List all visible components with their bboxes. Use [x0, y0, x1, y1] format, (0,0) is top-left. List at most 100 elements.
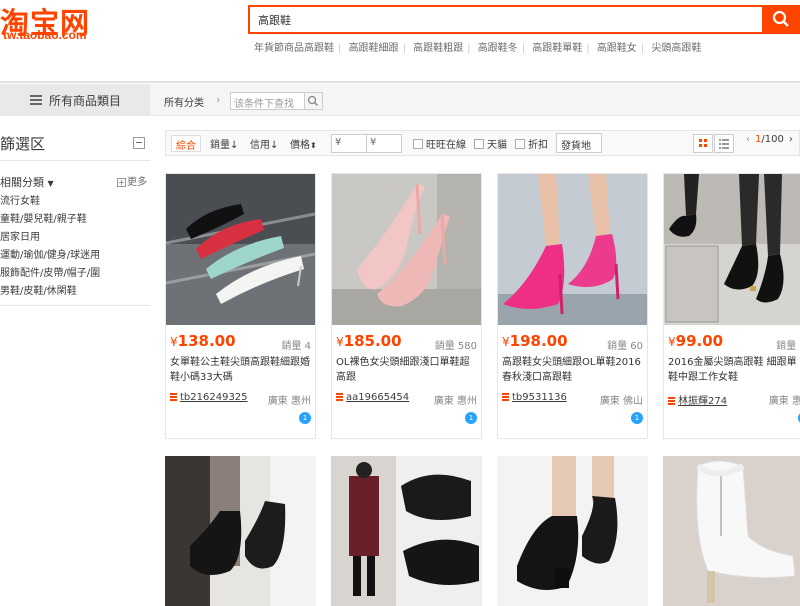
sort-credit-tab[interactable]: 信用↓ [246, 135, 282, 152]
all-categories-button[interactable]: 所有商品類目 [0, 84, 150, 116]
header-divider [0, 81, 800, 83]
product-sales: 銷量 580 [434, 341, 477, 352]
checkbox-icon [413, 139, 423, 149]
breadcrumb-search-input[interactable]: 该条件下查找 [230, 92, 323, 110]
product-price: ¥99.00 [668, 332, 724, 350]
logo-url: tw.taobao.com [3, 28, 87, 42]
sort-credit-label: 信用 [250, 140, 270, 151]
shop-icon [502, 393, 509, 401]
search-icon [772, 10, 789, 27]
breadcrumb[interactable]: 所有分类 [164, 94, 204, 109]
hot-word[interactable]: 高跟鞋單鞋 [532, 43, 582, 54]
checkbox-icon [474, 139, 484, 149]
product-image[interactable] [497, 456, 648, 606]
search-input[interactable]: 高跟鞋 [248, 5, 768, 34]
product-card[interactable]: ¥138.00 銷量 4 女單鞋公主鞋尖頭高跟鞋細跟婚鞋小碼33大碼 tb216… [165, 173, 316, 439]
product-card[interactable]: ¥185.00 銷量 580 OL裸色女尖頭細跟淺口單鞋超高跟 aa196654… [331, 173, 482, 439]
search-button[interactable] [762, 5, 800, 34]
product-image[interactable] [663, 456, 800, 606]
list-icon [719, 139, 729, 149]
grid-icon [699, 139, 707, 147]
pager: ‹ 1/100 › [746, 134, 793, 145]
price-max-input[interactable]: ¥ [366, 134, 402, 153]
product-title[interactable]: OL裸色女尖頭細跟淺口單鞋超高跟 [336, 355, 479, 385]
all-categories-label: 所有商品類目 [49, 94, 122, 108]
taobao-logo[interactable]: 淘宝网 tw.taobao.com [0, 0, 118, 46]
breadcrumb-search-placeholder: 该条件下查找 [234, 99, 294, 110]
next-page-icon[interactable]: › [789, 134, 793, 145]
shop-link[interactable]: tb9531136 [502, 392, 567, 403]
shop-link[interactable]: 林振輝274 [668, 392, 727, 407]
product-location: 廣東 惠州 [267, 396, 311, 407]
hot-word[interactable]: 高跟鞋粗跟 [413, 43, 463, 54]
plus-icon: + [117, 178, 126, 187]
prev-page-icon[interactable]: ‹ [746, 134, 750, 145]
hot-word[interactable]: 年貨節商品高跟鞋 [254, 43, 334, 54]
chevron-right-icon: › [216, 93, 221, 106]
sort-sales-tab[interactable]: 銷量↓ [206, 135, 242, 152]
checkbox-label: 旺旺在線 [426, 140, 466, 151]
category-item[interactable]: 服飾配件/皮帶/帽子/圍 [0, 265, 100, 283]
product-card[interactable]: ¥198.00 銷量 60 高跟鞋女尖頭細跟OL單鞋2016春秋淺口高跟鞋 tb… [497, 173, 648, 439]
wangwang-online-checkbox[interactable]: 旺旺在線 [413, 136, 466, 151]
sort-price-tab[interactable]: 價格⬍ [286, 135, 321, 152]
menu-icon [30, 95, 42, 105]
wangwang-chat-icon[interactable]: 1 [465, 412, 477, 424]
product-price: ¥198.00 [502, 332, 568, 350]
product-title[interactable]: 2016金屬尖頭高跟鞋 細跟單鞋中跟工作女鞋 [668, 355, 800, 385]
product-location: 廣東 惠州 [768, 396, 800, 407]
category-item[interactable]: 運動/瑜伽/健身/球迷用 [0, 247, 100, 265]
product-title[interactable]: 女單鞋公主鞋尖頭高跟鞋細跟婚鞋小碼33大碼 [170, 355, 313, 385]
discount-checkbox[interactable]: 折扣 [515, 136, 548, 151]
wangwang-chat-icon[interactable]: 1 [631, 412, 643, 424]
product-image[interactable] [332, 174, 481, 325]
filter-title: 篩選区 [0, 135, 46, 153]
product-title[interactable]: 高跟鞋女尖頭細跟OL單鞋2016春秋淺口高跟鞋 [502, 355, 645, 385]
hot-word[interactable]: 高跟鞋冬 [478, 43, 518, 54]
search-icon [307, 95, 319, 107]
product-card[interactable]: ¥99.00 銷量 27 2016金屬尖頭高跟鞋 細跟單鞋中跟工作女鞋 林振輝2… [663, 173, 800, 439]
product-price: ¥138.00 [170, 332, 236, 350]
arrow-down-icon: ↓ [230, 140, 239, 151]
list-view-button[interactable] [714, 134, 734, 153]
shop-link[interactable]: aa19665454 [336, 392, 409, 403]
hot-word[interactable]: 尖頭高跟鞋 [651, 43, 701, 54]
category-list: 流行女鞋 童鞋/嬰兒鞋/親子鞋 居家日用 運動/瑜伽/健身/球迷用 服飾配件/皮… [0, 193, 100, 301]
hot-words: 年貨節商品高跟鞋 | 高跟鞋細跟 | 高跟鞋粗跟 | 高跟鞋冬 | 高跟鞋單鞋 | 高跟鞋… [254, 43, 702, 54]
breadcrumb-search-button[interactable] [304, 93, 322, 109]
wangwang-chat-icon[interactable]: 1 [299, 412, 311, 424]
divider [0, 305, 150, 306]
product-image[interactable] [498, 174, 647, 325]
hot-word[interactable]: 高跟鞋細跟 [349, 43, 399, 54]
caret-down-icon: ▼ [47, 179, 54, 188]
arrow-down-icon: ↓ [270, 140, 279, 151]
checkbox-label: 天貓 [487, 140, 507, 151]
category-item[interactable]: 童鞋/嬰兒鞋/親子鞋 [0, 211, 100, 229]
hot-word[interactable]: 高跟鞋女 [597, 43, 637, 54]
checkbox-icon [515, 139, 525, 149]
more-label: 更多 [127, 177, 147, 188]
product-image[interactable] [664, 174, 800, 325]
category-item[interactable]: 流行女鞋 [0, 193, 100, 211]
tmall-checkbox[interactable]: 天貓 [474, 136, 507, 151]
product-sales: 銷量 4 [281, 341, 311, 352]
product-location: 廣東 佛山 [599, 396, 643, 407]
shop-link[interactable]: tb216249325 [170, 392, 248, 403]
category-item[interactable]: 居家日用 [0, 229, 100, 247]
sort-default-tab[interactable]: 綜合 [171, 135, 201, 152]
search-query: 高跟鞋 [258, 14, 291, 27]
shop-icon [336, 393, 343, 401]
ship-from-dropdown[interactable]: 發貨地 [556, 133, 602, 153]
collapse-icon[interactable] [133, 137, 145, 149]
category-heading[interactable]: 相關分類 ▼ [0, 174, 54, 190]
grid-view-button[interactable] [693, 134, 713, 153]
product-image[interactable] [165, 456, 316, 606]
total-pages: /100 [761, 134, 784, 145]
more-categories-button[interactable]: + 更多 [117, 173, 147, 188]
shop-icon [668, 397, 675, 405]
product-image[interactable] [166, 174, 315, 325]
product-image[interactable] [331, 456, 482, 606]
sort-sales-label: 銷量 [210, 140, 230, 151]
price-min-input[interactable]: ¥ [331, 134, 367, 153]
category-item[interactable]: 男鞋/皮鞋/休閑鞋 [0, 283, 100, 301]
